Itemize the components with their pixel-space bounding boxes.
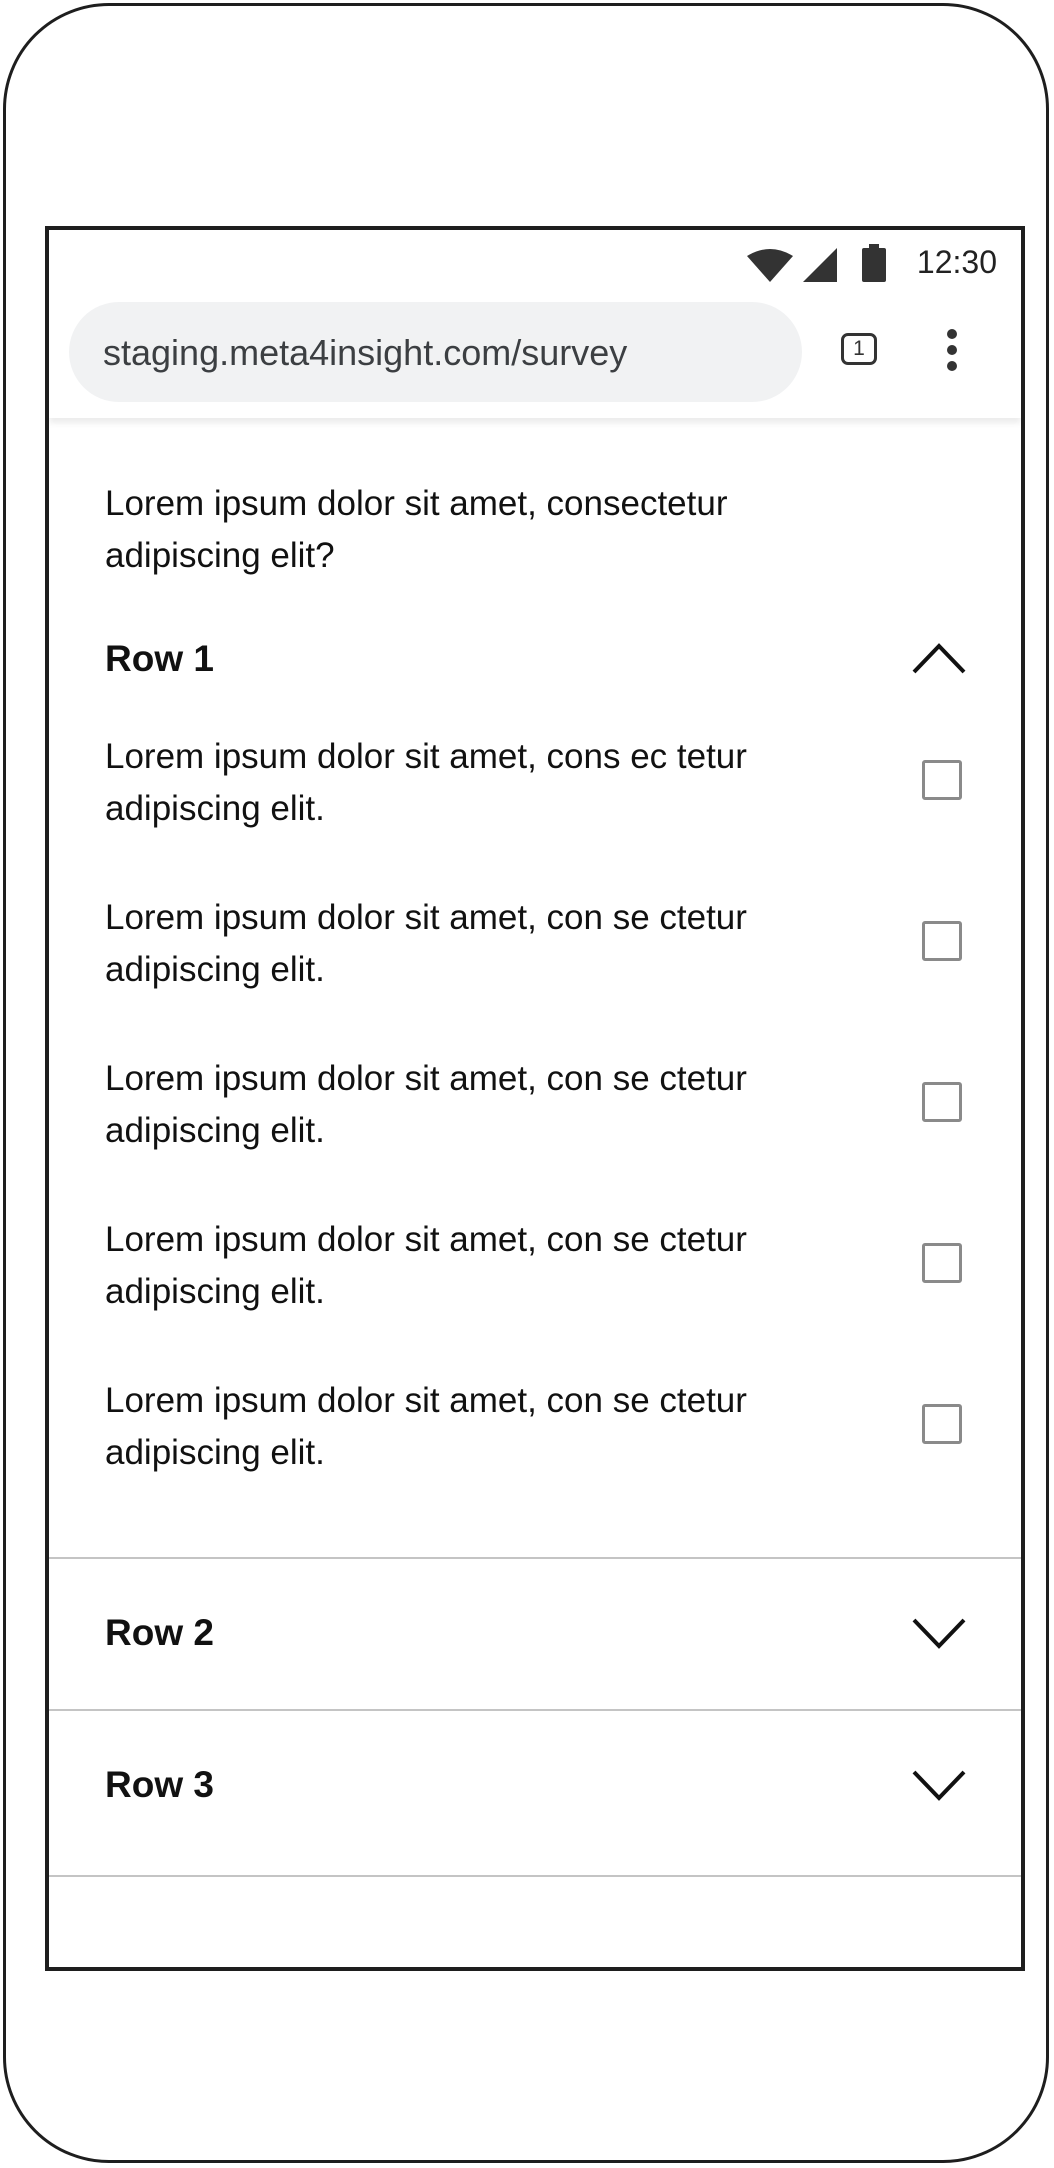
more-vert-icon[interactable] bbox=[945, 328, 959, 372]
option-label: Lorem ipsum dolor sit amet, con se ctetu… bbox=[105, 1381, 747, 1472]
status-time: 12:30 bbox=[916, 244, 997, 280]
option-item: Lorem ipsum dolor sit amet, con se ctetu… bbox=[49, 1375, 1021, 1495]
url-text: staging.meta4insight.com/survey bbox=[103, 332, 628, 373]
option-checkbox[interactable] bbox=[922, 1404, 962, 1444]
row-title: Row 2 bbox=[105, 1612, 214, 1653]
survey-question: Lorem ipsum dolor sit amet, consectetur … bbox=[105, 484, 728, 575]
chevron-down-icon[interactable] bbox=[911, 1764, 967, 1804]
battery-icon bbox=[861, 244, 887, 287]
row-title: Row 3 bbox=[105, 1764, 214, 1805]
option-checkbox[interactable] bbox=[922, 1243, 962, 1283]
signal-icon bbox=[803, 248, 837, 287]
option-label: Lorem ipsum dolor sit amet, con se ctetu… bbox=[105, 1220, 747, 1311]
row-3-header[interactable]: Row 3 bbox=[49, 1736, 1021, 1836]
phone-screen: 12:30 staging.meta4insight.com/survey 1 … bbox=[45, 226, 1025, 1971]
row-1-header[interactable]: Row 1 bbox=[49, 610, 1021, 710]
tab-switcher-button[interactable]: 1 bbox=[841, 333, 877, 365]
browser-toolbar: staging.meta4insight.com/survey 1 bbox=[49, 298, 1021, 418]
option-label: Lorem ipsum dolor sit amet, con se ctetu… bbox=[105, 898, 747, 989]
option-item: Lorem ipsum dolor sit amet, con se ctetu… bbox=[49, 892, 1021, 1012]
option-item: Lorem ipsum dolor sit amet, con se ctetu… bbox=[49, 1214, 1021, 1334]
option-label: Lorem ipsum dolor sit amet, cons ec tetu… bbox=[105, 737, 747, 828]
row-divider bbox=[49, 1557, 1021, 1559]
address-bar[interactable]: staging.meta4insight.com/survey bbox=[69, 302, 802, 402]
row-divider bbox=[49, 1875, 1021, 1877]
row-divider bbox=[49, 1709, 1021, 1711]
option-checkbox[interactable] bbox=[922, 1082, 962, 1122]
phone-frame: 12:30 staging.meta4insight.com/survey 1 … bbox=[3, 3, 1049, 2163]
option-item: Lorem ipsum dolor sit amet, cons ec tetu… bbox=[49, 731, 1021, 851]
option-checkbox[interactable] bbox=[922, 760, 962, 800]
row-title: Row 1 bbox=[105, 638, 214, 679]
option-item: Lorem ipsum dolor sit amet, con se ctetu… bbox=[49, 1053, 1021, 1173]
chevron-down-icon[interactable] bbox=[911, 1612, 967, 1652]
chevron-up-icon[interactable] bbox=[911, 638, 967, 678]
row-2-header[interactable]: Row 2 bbox=[49, 1584, 1021, 1684]
wifi-icon bbox=[747, 248, 793, 287]
status-bar: 12:30 bbox=[49, 230, 1021, 298]
option-label: Lorem ipsum dolor sit amet, con se ctetu… bbox=[105, 1059, 747, 1150]
option-checkbox[interactable] bbox=[922, 921, 962, 961]
